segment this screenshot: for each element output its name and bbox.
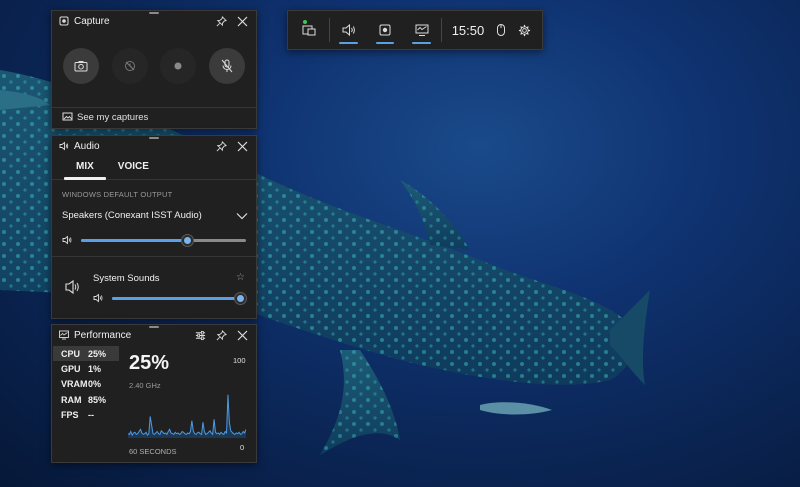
metric-vram[interactable]: VRAM 0%: [53, 377, 119, 392]
microphone-button[interactable]: [208, 47, 245, 84]
metric-ram[interactable]: RAM 85%: [53, 392, 119, 407]
favorite-icon[interactable]: ☆: [236, 272, 245, 283]
pin-icon[interactable]: [213, 327, 229, 343]
metric-cpu[interactable]: CPU 25%: [53, 346, 119, 362]
app-volume-thumb[interactable]: [235, 292, 246, 304]
screenshot-button[interactable]: [63, 47, 100, 84]
tab-mix[interactable]: MIX: [64, 156, 106, 180]
pin-icon[interactable]: [213, 13, 229, 29]
system-sounds-icon: [65, 279, 79, 295]
game-bar: 15:50: [287, 10, 543, 50]
metric-key: RAM: [61, 394, 82, 405]
divider: [440, 18, 442, 42]
capture-buttons: [52, 31, 256, 91]
metric-key: CPU: [61, 348, 81, 359]
pin-icon[interactable]: [213, 138, 229, 154]
master-volume-thumb[interactable]: [181, 234, 193, 246]
volume-icon: [93, 293, 103, 303]
settings-button[interactable]: [512, 11, 536, 49]
mic-off-icon: [221, 59, 233, 72]
drag-grip[interactable]: [149, 12, 159, 14]
speaker-icon: [58, 140, 70, 152]
capture-header[interactable]: Capture: [52, 11, 256, 31]
app-volume-fill: [112, 296, 240, 300]
options-icon[interactable]: [192, 327, 208, 343]
performance-header[interactable]: Performance: [52, 325, 256, 345]
metric-value: 25%: [88, 348, 107, 359]
cpu-usage-graph: [128, 394, 246, 438]
performance-widget-button[interactable]: [406, 11, 437, 49]
metric-key: GPU: [61, 364, 81, 375]
performance-widget: Performance CPU 25% GPU 1% VRAM 0% RAM 85% F…: [51, 324, 257, 463]
see-my-captures-link[interactable]: See my captures: [62, 110, 148, 124]
capture-widget-button[interactable]: [370, 11, 401, 49]
drag-grip[interactable]: [149, 137, 159, 139]
master-volume-slider[interactable]: [81, 234, 246, 246]
speaker-icon: [342, 23, 355, 37]
metric-value: 85%: [88, 394, 107, 405]
gear-icon: [518, 24, 530, 36]
divider: [328, 18, 330, 42]
audio-header[interactable]: Audio: [52, 136, 256, 156]
record-dot-icon: [174, 62, 182, 69]
performance-icon: [58, 329, 70, 341]
app-volume-row: [93, 292, 246, 304]
audio-title: Audio: [74, 140, 100, 152]
mouse-button[interactable]: [490, 11, 512, 49]
metric-fps[interactable]: FPS --: [53, 408, 119, 423]
record-last-icon: [124, 60, 135, 71]
record-last-button[interactable]: [111, 47, 148, 84]
section-label: WINDOWS DEFAULT OUTPUT: [62, 190, 173, 199]
widget-menu-button[interactable]: [294, 11, 325, 49]
close-icon[interactable]: [234, 327, 250, 343]
close-icon[interactable]: [234, 13, 250, 29]
volume-icon: [62, 235, 72, 245]
clock: 15:50: [451, 22, 485, 38]
see-my-captures-label: See my captures: [77, 111, 149, 123]
metric-list: CPU 25% GPU 1% VRAM 0% RAM 85% FPS --: [53, 346, 119, 423]
capture-title: Capture: [74, 15, 110, 27]
output-device-name: Speakers (Conexant ISST Audio): [62, 210, 202, 221]
chevron-down-icon: [236, 212, 248, 219]
output-device-dropdown[interactable]: Speakers (Conexant ISST Audio): [62, 210, 248, 221]
app-volume-slider[interactable]: [112, 292, 246, 304]
gallery-icon: [62, 112, 73, 121]
capture-widget: Capture See my captures: [51, 10, 257, 129]
metric-value: 0%: [88, 379, 102, 390]
graph-min-label: 0: [240, 443, 245, 452]
graph-max-label: 100: [233, 356, 246, 365]
graph-timespan-label: 60 SECONDS: [129, 447, 177, 456]
audio-tabs: MIX VOICE: [52, 156, 256, 180]
audio-widget: Audio MIX VOICE WINDOWS DEFAULT OUTPUT S…: [51, 135, 257, 319]
start-recording-button[interactable]: [160, 47, 197, 84]
audio-widget-button[interactable]: [333, 11, 364, 49]
capture-icon: [58, 15, 70, 27]
tab-voice[interactable]: VOICE: [106, 156, 161, 179]
performance-title: Performance: [74, 329, 132, 341]
master-volume-row: [62, 234, 246, 246]
metric-key: FPS: [61, 410, 79, 421]
metric-value: --: [88, 410, 94, 421]
camera-icon: [74, 60, 88, 71]
divider: [52, 107, 256, 108]
metric-key: VRAM: [61, 379, 88, 390]
mouse-icon: [497, 24, 506, 36]
metric-value: 1%: [88, 364, 102, 375]
master-volume-fill: [81, 238, 187, 242]
drag-grip[interactable]: [149, 326, 159, 328]
status-dot: [303, 20, 307, 24]
close-icon[interactable]: [234, 138, 250, 154]
widget-menu-icon: [302, 25, 316, 36]
app-name: System Sounds: [93, 273, 160, 284]
divider: [52, 256, 256, 257]
metric-gpu[interactable]: GPU 1%: [53, 361, 119, 376]
capture-icon: [379, 24, 391, 36]
performance-icon: [415, 24, 429, 36]
